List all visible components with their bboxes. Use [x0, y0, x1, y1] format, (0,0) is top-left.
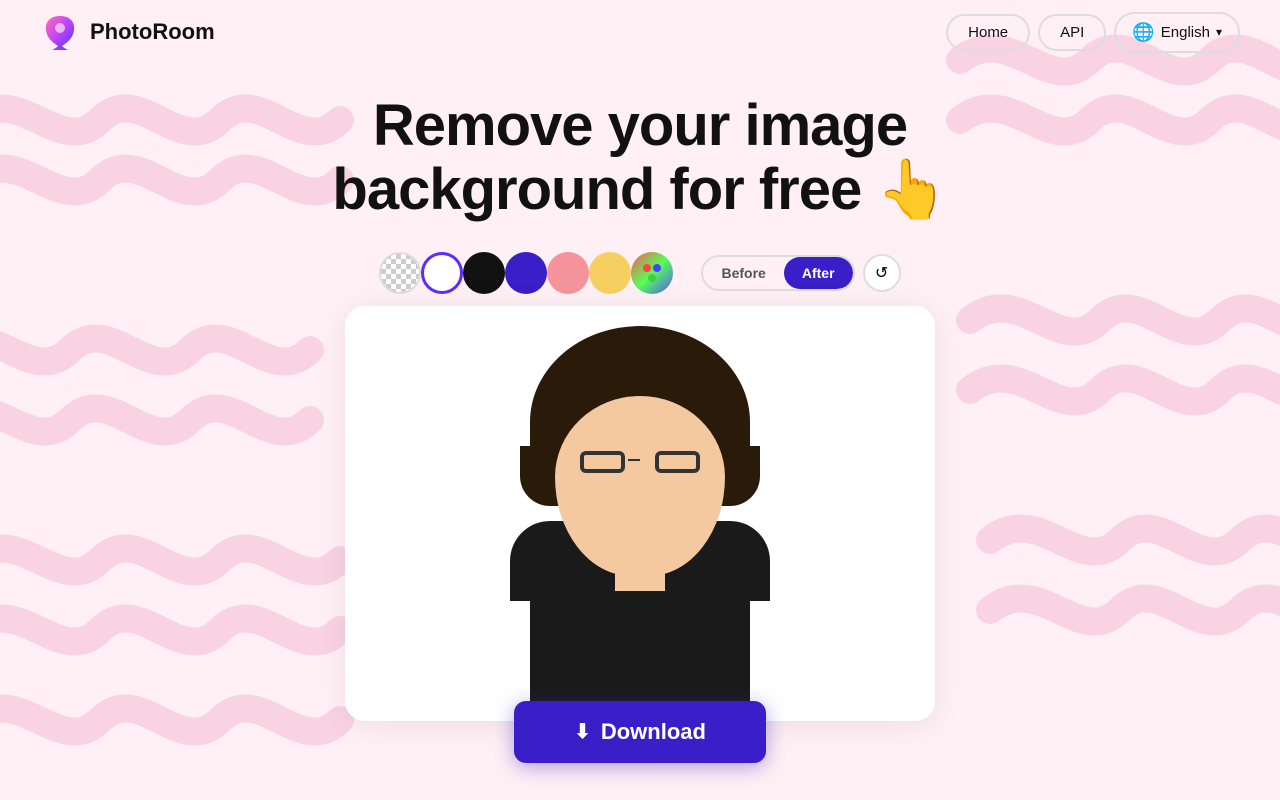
brand-name: PhotoRoom — [90, 19, 215, 45]
person-photo — [500, 326, 780, 721]
download-label: Download — [601, 719, 706, 745]
swatch-white[interactable] — [421, 252, 463, 294]
swatch-transparent[interactable] — [379, 252, 421, 294]
swatch-black[interactable] — [463, 252, 505, 294]
headline-emoji: 👆 — [876, 157, 947, 222]
download-button[interactable]: ⬇ Download — [514, 701, 766, 763]
headline-line1: Remove your image — [373, 93, 907, 158]
logo-icon — [40, 12, 80, 52]
chevron-down-icon: ▾ — [1216, 25, 1222, 39]
language-icon: 🌐 — [1132, 22, 1154, 43]
image-wrapper: ⬇ Download — [345, 306, 935, 763]
headline: Remove your image background for free 👆 — [332, 94, 947, 222]
nav-actions: Home API 🌐 English ▾ — [946, 12, 1240, 53]
reset-button[interactable]: ↺ — [863, 254, 901, 292]
swatch-purple[interactable] — [505, 252, 547, 294]
face-container — [345, 306, 935, 721]
image-card — [345, 306, 935, 721]
navbar: PhotoRoom Home API 🌐 English ▾ — [0, 0, 1280, 64]
after-button[interactable]: After — [784, 257, 853, 289]
reset-icon: ↺ — [875, 263, 888, 283]
download-icon: ⬇ — [574, 719, 591, 744]
home-button[interactable]: Home — [946, 14, 1030, 51]
face — [555, 396, 725, 576]
swatch-more-colors[interactable] — [631, 252, 673, 294]
main-content: Remove your image background for free 👆 … — [0, 64, 1280, 763]
before-button[interactable]: Before — [703, 257, 783, 289]
headline-line2: background for free — [332, 157, 876, 222]
language-label: English — [1161, 24, 1210, 41]
brand: PhotoRoom — [40, 12, 215, 52]
api-button[interactable]: API — [1038, 14, 1106, 51]
swatch-yellow[interactable] — [589, 252, 631, 294]
language-selector[interactable]: 🌐 English ▾ — [1114, 12, 1240, 53]
controls-row: Before After ↺ — [379, 252, 900, 294]
before-after-toggle: Before After — [701, 255, 854, 291]
swatch-pink[interactable] — [547, 252, 589, 294]
